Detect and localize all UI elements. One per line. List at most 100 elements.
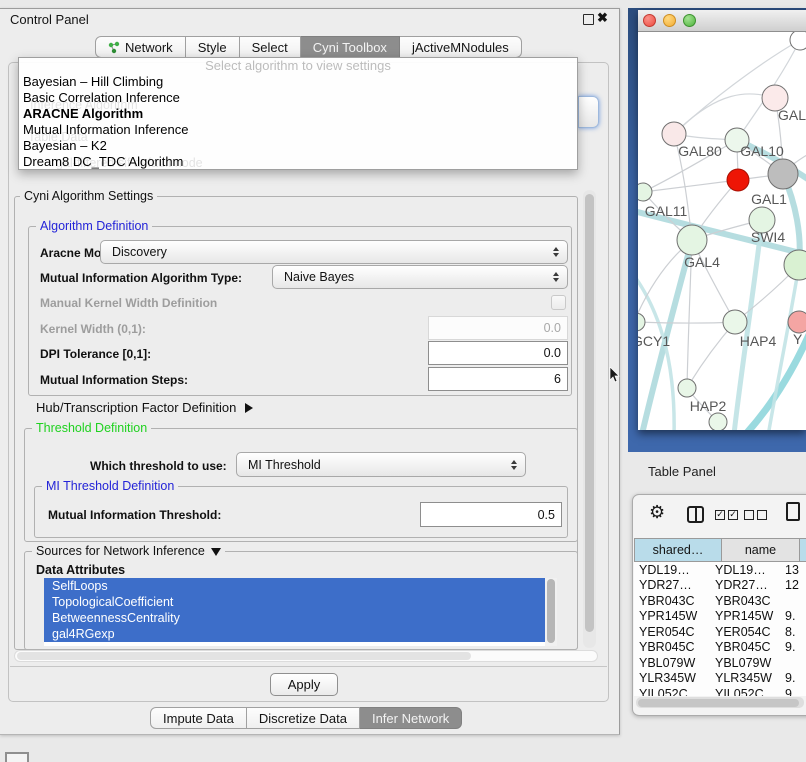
table-row[interactable]: YBL079WYBL079W	[634, 655, 806, 671]
network-node[interactable]	[768, 159, 798, 189]
network-edge	[674, 94, 775, 134]
gear-icon[interactable]: ⚙	[649, 503, 665, 521]
table-cell: YER054C	[710, 625, 780, 639]
minimized-panel-icon[interactable]	[5, 752, 29, 762]
mi-steps-label: Mutual Information Steps:	[40, 373, 188, 387]
algorithm-option[interactable]: Dream8 DC_TDC Algorithm	[19, 154, 577, 170]
algorithm-definition-title: Algorithm Definition	[36, 219, 152, 233]
apply-button[interactable]: Apply	[270, 673, 338, 696]
tab-cyni-toolbox[interactable]: Cyni Toolbox	[301, 36, 400, 58]
table-cell: YIL052C	[710, 687, 780, 696]
aracne-mode-value: Discovery	[112, 245, 167, 259]
tab-label: Select	[252, 40, 288, 55]
attribute-list-item[interactable]: SelfLoops	[44, 578, 545, 594]
network-edge	[643, 180, 738, 192]
hub-definition-expander[interactable]: Hub/Transcription Factor Definition	[36, 400, 253, 415]
algorithm-option[interactable]: Mutual Information Inference	[19, 122, 577, 138]
tab-jactivemnodules[interactable]: jActiveMNodules	[400, 36, 522, 58]
collapse-arrow-icon[interactable]	[211, 548, 221, 556]
algorithm-option[interactable]: Bayesian – K2	[19, 138, 577, 154]
network-node[interactable]	[709, 413, 727, 430]
network-node-y[interactable]	[788, 311, 806, 333]
column-browser-icon[interactable]	[687, 506, 704, 523]
kernel-width-input[interactable]: 0.0	[428, 316, 568, 340]
kernel-width-label: Kernel Width (0,1):	[40, 322, 146, 336]
close-traffic-light-icon[interactable]	[643, 14, 656, 27]
table-cell: YBR043C	[634, 594, 710, 608]
tab-style[interactable]: Style	[186, 36, 240, 58]
tab-select[interactable]: Select	[240, 36, 301, 58]
algorithm-dropdown-list[interactable]: Select algorithm to view settings Bayesi…	[18, 57, 578, 170]
node-label: Y	[793, 331, 803, 347]
table-row[interactable]: YPR145WYPR145W9.	[634, 609, 806, 625]
tab-infer-network[interactable]: Infer Network	[360, 707, 462, 729]
table-row[interactable]: YLR345WYLR345W9.	[634, 671, 806, 687]
spinner-arrows-icon	[511, 460, 517, 470]
mi-threshold-input[interactable]: 0.5	[420, 502, 562, 527]
table-cell: 9.	[780, 687, 806, 696]
zoom-traffic-light-icon[interactable]	[683, 14, 696, 27]
table-cell: YLR345W	[634, 671, 710, 685]
control-panel-title: Control Panel	[10, 12, 89, 27]
network-canvas[interactable]: GALGAL80GAL10GAL1GAL11GAL4SWI4GCY1HAP4YH…	[638, 32, 806, 430]
table-cell: YER054C	[634, 625, 710, 639]
network-node-swi4[interactable]	[784, 250, 806, 280]
algorithm-option[interactable]: Basic Correlation Inference	[19, 90, 577, 106]
mouse-cursor	[609, 367, 621, 383]
table-row[interactable]: YBR043CYBR043C	[634, 593, 806, 609]
table-row[interactable]: YBR045CYBR045C9.	[634, 640, 806, 656]
export-table-icon[interactable]	[786, 502, 800, 521]
network-node-gal4[interactable]	[677, 225, 707, 255]
attribute-list-item[interactable]: gal4RGexp	[44, 626, 545, 642]
which-threshold-select[interactable]: MI Threshold	[236, 452, 526, 477]
aracne-mode-select[interactable]: Discovery	[100, 240, 568, 264]
table-cell: 9.	[780, 609, 806, 623]
network-node-hap4[interactable]	[723, 310, 747, 334]
table-row[interactable]: YDL19…YDL19…13	[634, 562, 806, 578]
attribute-list-item[interactable]: TopologicalCoefficient	[44, 594, 545, 610]
table-cell: YDR27…	[710, 578, 780, 592]
table-cell: YDR27…	[634, 578, 710, 592]
node-label: HAP2	[690, 398, 727, 414]
close-icon[interactable]: ✖	[597, 10, 608, 26]
network-node-hap2[interactable]	[678, 379, 696, 397]
hidden-combobox-edge	[578, 96, 599, 128]
network-node[interactable]	[790, 32, 806, 50]
minimize-traffic-light-icon[interactable]	[663, 14, 676, 27]
horizontal-scrollbar[interactable]	[14, 650, 598, 662]
table-horizontal-scrollbar[interactable]	[636, 697, 804, 708]
tab-discretize-data[interactable]: Discretize Data	[247, 707, 360, 729]
tab-network[interactable]: Network	[95, 36, 186, 58]
mi-steps-input[interactable]: 6	[428, 367, 568, 391]
spinner-arrows-icon	[553, 272, 559, 282]
mi-type-select[interactable]: Naive Bayes	[272, 265, 568, 289]
table-row[interactable]: YDR27…YDR27…12	[634, 578, 806, 594]
attribute-list-item[interactable]: BetweennessCentrality	[44, 610, 545, 626]
table-cell: YLR345W	[710, 671, 780, 685]
tab-impute-data[interactable]: Impute Data	[150, 707, 247, 729]
expand-arrow-icon	[245, 403, 253, 413]
table-row[interactable]: YER054CYER054C8.	[634, 624, 806, 640]
dpi-tolerance-input[interactable]: 0.0	[428, 341, 568, 365]
table-column-header[interactable]: A	[800, 538, 806, 562]
data-attributes-list[interactable]: SelfLoopsTopologicalCoefficientBetweenne…	[44, 578, 557, 646]
table-row[interactable]: YIL052CYIL052C9.	[634, 686, 806, 696]
network-node[interactable]	[727, 169, 749, 191]
select-all-icon[interactable]: ✓✓	[715, 510, 738, 520]
list-scrollbar[interactable]	[545, 578, 557, 646]
manual-kernel-checkbox[interactable]	[551, 295, 566, 310]
table-cell: YDL19…	[634, 563, 710, 577]
mi-threshold-group-title: MI Threshold Definition	[42, 479, 178, 493]
tab-label: jActiveMNodules	[412, 40, 509, 55]
network-node-gcy1[interactable]	[638, 313, 645, 331]
control-panel-tabs: NetworkStyle Select Cyni Toolbox jActiveMNo…	[95, 36, 522, 58]
table-column-header[interactable]: name	[722, 538, 800, 562]
vertical-scrollbar-thumb[interactable]	[585, 194, 594, 632]
algorithm-option[interactable]: Bayesian – Hill Climbing	[19, 74, 577, 90]
float-window-icon[interactable]	[583, 14, 594, 25]
deselect-all-icon[interactable]	[744, 510, 767, 520]
table-cell: YBL079W	[710, 656, 780, 670]
algorithm-option[interactable]: ARACNE Algorithm	[19, 106, 577, 122]
network-node-gal11[interactable]	[638, 183, 652, 201]
table-column-header[interactable]: shared…	[634, 538, 722, 562]
